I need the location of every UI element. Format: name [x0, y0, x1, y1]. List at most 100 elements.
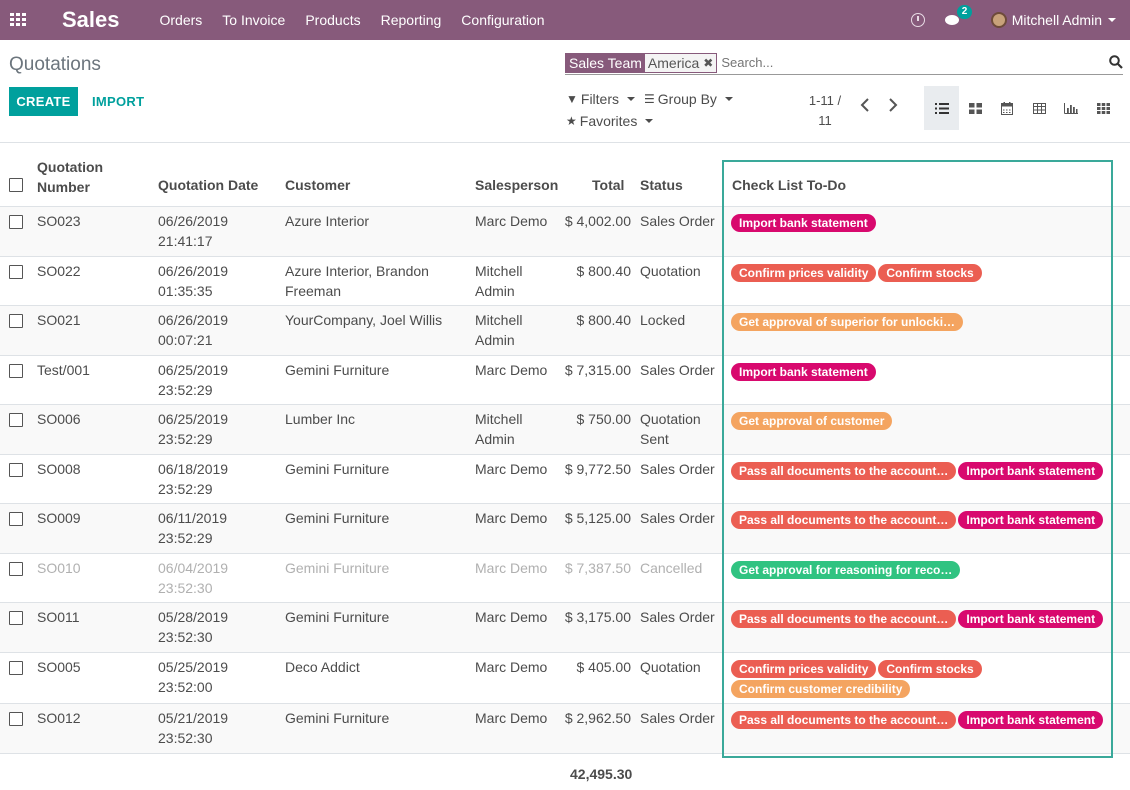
cell-status: Quotation — [640, 263, 701, 279]
top-navbar: Sales Orders To Invoice Products Reporti… — [0, 0, 1130, 40]
user-menu-caret-icon[interactable] — [1108, 18, 1116, 22]
row-checkbox[interactable] — [9, 215, 23, 229]
menu-to-invoice[interactable]: To Invoice — [212, 0, 295, 40]
row-checkbox[interactable] — [9, 611, 23, 625]
cell-salesperson: Marc Demo — [475, 213, 548, 229]
cell-date-day: 06/11/2019 — [158, 510, 228, 526]
checklist-tag[interactable]: Pass all documents to the account… — [731, 511, 957, 529]
close-icon[interactable]: ✖ — [703, 54, 713, 72]
filters-dropdown[interactable]: ▼ Filters — [566, 91, 636, 107]
table-row[interactable]: SO009 06/11/2019 23:52:29 Gemini Furniture M… — [0, 504, 1130, 554]
cell-number: SO010 — [37, 560, 81, 576]
table-row[interactable]: SO012 05/21/2019 23:52:30 Gemini Furniture M… — [0, 704, 1130, 754]
menu-configuration[interactable]: Configuration — [451, 0, 554, 40]
checklist-tag[interactable]: Confirm stocks — [878, 264, 982, 282]
favorites-dropdown[interactable]: ★ Favorites — [566, 113, 654, 129]
app-title[interactable]: Sales — [62, 7, 120, 33]
list-view-button[interactable] — [924, 86, 959, 130]
avatar[interactable] — [990, 12, 1007, 28]
menu-orders[interactable]: Orders — [160, 0, 213, 40]
create-button[interactable]: CREATE — [9, 87, 78, 116]
cell-status: Cancelled — [640, 560, 703, 576]
column-header-status[interactable]: Status — [640, 177, 683, 193]
checklist-tag[interactable]: Get approval for reasoning for reco… — [731, 561, 961, 579]
column-header-total[interactable]: Total — [592, 177, 624, 193]
table-row[interactable]: Test/001 06/25/2019 23:52:29 Gemini Furnitu… — [0, 356, 1130, 405]
cell-salesperson: Marc Demo — [475, 659, 548, 675]
calendar-view-button[interactable] — [991, 86, 1023, 130]
checklist-tag[interactable]: Import bank statement — [958, 711, 1104, 729]
table-row[interactable]: SO021 06/26/2019 00:07:21 YourCompany, Joel… — [0, 306, 1130, 356]
checklist-tag[interactable]: Pass all documents to the account… — [731, 610, 957, 628]
cohort-view-button[interactable] — [1087, 86, 1119, 130]
kanban-view-button[interactable] — [959, 86, 991, 130]
checklist-tag[interactable]: Get approval of superior for unlocki… — [731, 313, 964, 331]
table-row[interactable]: SO005 05/25/2019 23:52:00 Deco Addict Marc D… — [0, 653, 1130, 704]
cell-total: $ 3,175.00 — [564, 609, 631, 625]
message-count-badge: 2 — [956, 5, 973, 19]
table-row[interactable]: SO010 06/04/2019 23:52:30 Gemini Furniture M… — [0, 554, 1130, 603]
table-row[interactable]: SO022 06/26/2019 01:35:35 Azure Interior, B… — [0, 257, 1130, 306]
checklist-tag[interactable]: Import bank statement — [958, 610, 1104, 628]
graph-view-button[interactable] — [1055, 86, 1087, 130]
table-row[interactable]: SO006 06/25/2019 23:52:29 Lumber Inc Mitchel… — [0, 405, 1130, 455]
column-header-number[interactable]: Quotation Number — [37, 158, 103, 197]
apps-grid-icon[interactable] — [0, 0, 36, 40]
table-row[interactable]: SO023 06/26/2019 21:41:17 Azure Interior Mar… — [0, 207, 1130, 257]
checklist-tag[interactable]: Import bank statement — [958, 511, 1104, 529]
column-header-date[interactable]: Quotation Date — [158, 177, 258, 193]
checklist-tag[interactable]: Get approval of customer — [731, 412, 893, 430]
filters-label: Filters — [580, 91, 620, 107]
checklist-tag[interactable]: Pass all documents to the account… — [731, 462, 957, 480]
activity-clock-icon[interactable] — [910, 13, 925, 27]
pager-value[interactable]: 1-11 / 11 — [800, 91, 850, 131]
row-checkbox[interactable] — [9, 413, 23, 427]
cell-salesperson: Marc Demo — [475, 461, 548, 477]
pager-range: 1-11 / — [808, 93, 842, 108]
table-row[interactable]: SO008 06/18/2019 23:52:29 Gemini Furniture M… — [0, 455, 1130, 504]
checklist-tag[interactable]: Import bank statement — [731, 363, 876, 381]
pivot-view-button[interactable] — [1023, 86, 1055, 130]
messaging-icon[interactable]: 2 — [944, 5, 973, 27]
row-checkbox[interactable] — [9, 512, 23, 526]
checklist-tag[interactable]: Confirm prices validity — [731, 660, 877, 678]
menu-reporting[interactable]: Reporting — [371, 0, 452, 40]
import-button[interactable]: IMPORT — [92, 94, 144, 109]
search-icon[interactable] — [1109, 55, 1123, 69]
checklist-tag[interactable]: Confirm prices validity — [731, 264, 877, 282]
row-checkbox[interactable] — [9, 712, 23, 726]
row-checkbox[interactable] — [9, 364, 23, 378]
user-menu-name[interactable]: Mitchell Admin — [1012, 12, 1102, 28]
chevron-left-icon[interactable] — [860, 97, 870, 113]
checklist-tag[interactable]: Import bank statement — [731, 214, 876, 232]
column-header-customer[interactable]: Customer — [285, 177, 350, 193]
row-checkbox[interactable] — [9, 265, 23, 279]
cell-total: $ 800.40 — [576, 312, 632, 328]
cell-total: $ 750.00 — [576, 411, 632, 427]
row-checkbox[interactable] — [9, 463, 23, 477]
cell-date-time: 01:35:35 — [158, 282, 213, 299]
row-checkbox[interactable] — [9, 661, 23, 675]
groupby-dropdown[interactable]: ☰ Group By — [644, 91, 733, 107]
column-header-checklist[interactable]: Check List To-Do — [732, 177, 846, 193]
cell-date-day: 06/26/2019 — [158, 312, 229, 328]
row-checkbox[interactable] — [9, 562, 23, 576]
cell-status: Quotation — [640, 659, 701, 675]
checklist-tags: Pass all documents to the account… Import… — [731, 711, 1111, 729]
select-all-checkbox[interactable] — [9, 178, 23, 192]
checklist-tag[interactable]: Confirm stocks — [878, 660, 982, 678]
table-row[interactable]: SO011 05/28/2019 23:52:30 Gemini Furniture M… — [0, 603, 1130, 653]
checklist-tags: Get approval of superior for unlocki… — [731, 313, 1111, 331]
checklist-tag[interactable]: Confirm customer credibility — [731, 680, 911, 698]
menu-products[interactable]: Products — [295, 0, 370, 40]
grid-view-icon — [1096, 102, 1110, 114]
checklist-tag[interactable]: Pass all documents to the account… — [731, 711, 957, 729]
chevron-right-icon[interactable] — [888, 97, 898, 113]
search-input[interactable] — [721, 55, 1102, 70]
cell-customer: Gemini Furniture — [285, 710, 390, 726]
row-checkbox[interactable] — [9, 314, 23, 328]
column-header-salesperson[interactable]: Salesperson — [475, 177, 558, 193]
checklist-tag[interactable]: Import bank statement — [958, 462, 1104, 480]
cell-date-time: 23:52:29 — [158, 430, 213, 447]
cell-number: SO021 — [37, 312, 81, 328]
